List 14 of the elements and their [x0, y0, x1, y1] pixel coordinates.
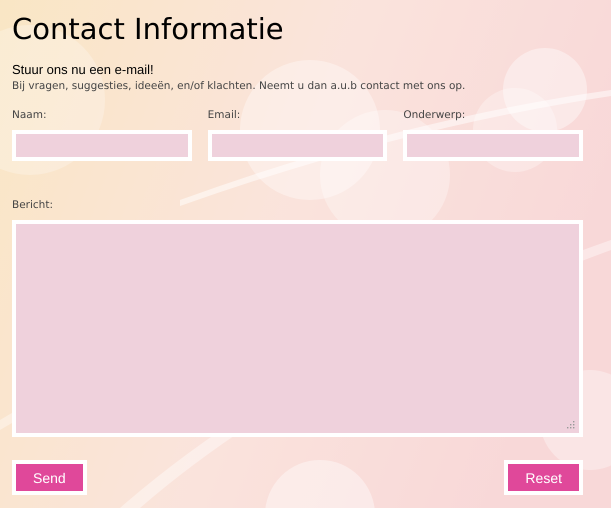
- form-button[interactable]: Reset: [508, 464, 579, 491]
- field-label: Onderwerp:: [403, 109, 466, 122]
- message-field[interactable]: [12, 220, 583, 437]
- input-field[interactable]: [403, 130, 584, 161]
- field-label: Bericht:: [12, 199, 54, 212]
- input-field[interactable]: [208, 130, 388, 161]
- resize-grip-icon[interactable]: [567, 421, 575, 429]
- field-label: Naam:: [12, 109, 48, 122]
- form-button[interactable]: Send: [16, 464, 83, 491]
- subtitle: Stuur ons nu een e-mail!: [12, 62, 155, 77]
- intro-text: Bij vragen, suggesties, ideeën, en/of klachten. Neemt u dan a.u.b contact met ons op.: [12, 80, 466, 92]
- field-label: Email:: [208, 109, 242, 122]
- input-field[interactable]: [12, 130, 192, 161]
- page-title: Contact Informatie: [12, 11, 285, 48]
